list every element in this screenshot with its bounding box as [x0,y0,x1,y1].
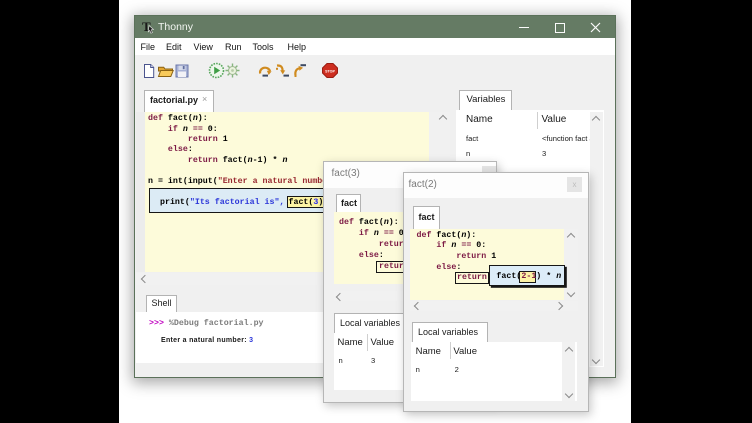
svg-text:STOP: STOP [325,69,335,73]
